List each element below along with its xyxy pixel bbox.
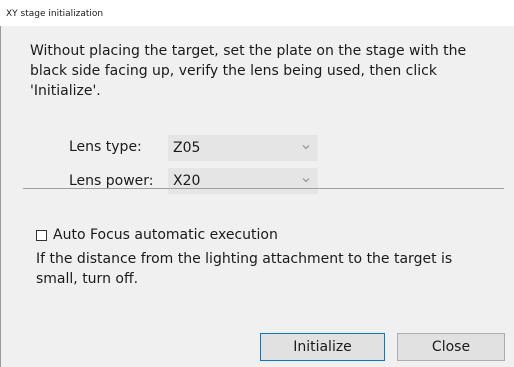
window-title: XY stage initialization <box>6 9 104 19</box>
chevron-down-icon <box>302 178 310 183</box>
lens-power-value: X20 <box>173 173 201 189</box>
initialize-button[interactable]: Initialize <box>260 333 385 361</box>
chevron-down-icon <box>302 145 310 150</box>
title-bar: XY stage initialization <box>0 0 514 26</box>
separator-line <box>23 188 504 189</box>
lens-type-select[interactable]: Z05 <box>168 135 318 161</box>
auto-focus-checkbox[interactable] <box>36 229 47 241</box>
lens-power-select[interactable]: X20 <box>168 168 318 194</box>
auto-focus-note: If the distance from the lighting attach… <box>36 251 453 287</box>
auto-focus-checkbox-row[interactable]: Auto Focus automatic execution <box>36 226 278 244</box>
close-button[interactable]: Close <box>397 333 505 361</box>
window-border <box>0 26 1 367</box>
lens-type-value: Z05 <box>173 140 201 156</box>
lens-power-label: Lens power: <box>69 173 154 189</box>
lens-type-label: Lens type: <box>69 139 142 155</box>
instructions-text: Without placing the target, set the plat… <box>30 43 467 99</box>
auto-focus-label[interactable]: Auto Focus automatic execution <box>53 227 278 243</box>
xy-stage-initialization-dialog: XY stage initialization Without placing … <box>0 0 514 367</box>
